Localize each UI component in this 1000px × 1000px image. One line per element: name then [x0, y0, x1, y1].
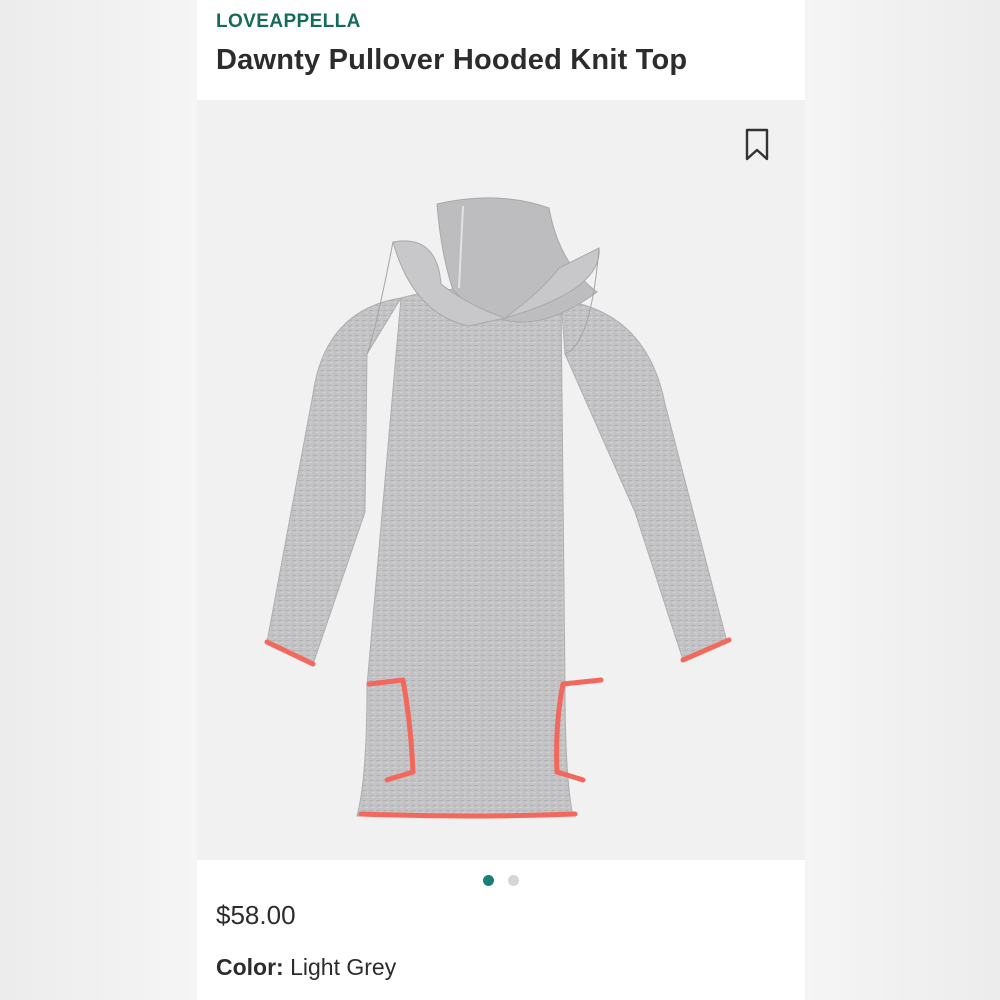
- right-backdrop: [805, 0, 1000, 1000]
- product-card: LOVEAPPELLA Dawnty Pullover Hooded Knit …: [197, 0, 805, 1000]
- carousel-dot-1[interactable]: [483, 874, 494, 886]
- product-image-carousel[interactable]: [197, 100, 805, 860]
- carousel-pagination: [197, 870, 805, 890]
- product-price: $58.00: [216, 900, 296, 930]
- product-title: Dawnty Pullover Hooded Knit Top: [216, 44, 688, 76]
- color-value: Light Grey: [290, 954, 397, 980]
- brand-name[interactable]: LOVEAPPELLA: [216, 11, 361, 33]
- carousel-dot-2[interactable]: [508, 874, 519, 886]
- product-image: [264, 197, 732, 819]
- product-color: Color: Light Grey: [216, 954, 396, 981]
- color-label: Color:: [216, 954, 284, 980]
- left-backdrop: [0, 0, 197, 1000]
- bookmark-icon[interactable]: [744, 128, 770, 162]
